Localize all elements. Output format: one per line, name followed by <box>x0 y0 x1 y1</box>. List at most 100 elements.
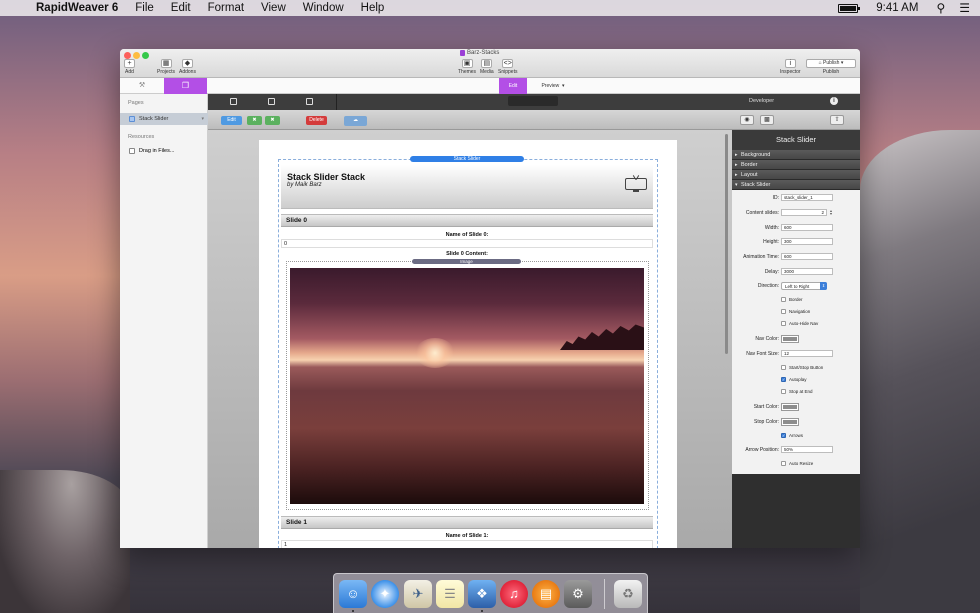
beach-sunset-photo[interactable] <box>290 268 644 504</box>
window-title-text: Barz-Stacks <box>467 50 500 56</box>
auto-resize-checkbox[interactable]: Auto Resize <box>781 461 813 466</box>
itunes-icon[interactable]: ♫ <box>500 580 528 608</box>
direction-label: Direction: <box>757 283 779 289</box>
arrow-position-field[interactable]: 50% <box>781 446 833 453</box>
menu-file[interactable]: File <box>135 2 154 14</box>
height-field[interactable]: 300 <box>781 238 833 245</box>
window-minimize-button[interactable] <box>133 52 140 59</box>
desktop-wallpaper-mountain-right <box>860 130 980 613</box>
ibooks-icon[interactable]: ▤ <box>532 580 560 608</box>
section-stack-slider[interactable]: Stack Slider <box>732 180 860 190</box>
menubar-clock[interactable]: 9:41 AM <box>876 2 918 14</box>
running-indicator <box>481 610 483 612</box>
layout-toggle[interactable] <box>508 96 558 106</box>
finder-icon[interactable]: ☺ <box>339 580 367 608</box>
nav-font-size-field[interactable]: 12 <box>781 350 833 357</box>
project-sidebar: Pages Stack Slider ▾ Resources Drag in F… <box>120 94 208 548</box>
app-window: Barz-Stacks + Add ▦ Projects ◆ Addons ▣ … <box>120 49 860 548</box>
content-slides-stepper[interactable]: ▴ ▾ <box>829 209 833 216</box>
nav-color-well[interactable] <box>781 335 799 343</box>
info-icon[interactable]: i <box>830 97 838 105</box>
addons-button[interactable]: ◆ Addons <box>179 59 196 75</box>
running-indicator <box>352 610 354 612</box>
window-close-button[interactable] <box>124 52 131 59</box>
battery-icon[interactable] <box>838 3 861 13</box>
animation-time-field[interactable]: 600 <box>781 253 833 260</box>
direction-select[interactable]: Left to Right ⇕ <box>781 282 827 290</box>
content-slides-field[interactable]: 2 <box>781 209 827 216</box>
section-layout[interactable]: Layout <box>732 170 860 180</box>
move-up-icon[interactable]: ✖ <box>247 116 262 125</box>
notification-center-icon[interactable]: ☰ <box>959 1 970 15</box>
templates-icon[interactable] <box>268 98 275 105</box>
image-icon[interactable] <box>306 98 313 105</box>
preview-mode-tab[interactable]: Preview ▾ <box>533 78 573 94</box>
projects-button[interactable]: ▦ Projects <box>157 59 175 75</box>
canvas-scrollbar[interactable] <box>725 134 728 354</box>
notes-icon[interactable]: ☰ <box>436 580 464 608</box>
photo-treeline <box>560 324 644 350</box>
publish-button[interactable]: ⌂ Publish ▾ Publish <box>806 59 856 75</box>
tools-tab[interactable]: ⚒ <box>120 78 164 94</box>
menu-edit[interactable]: Edit <box>171 2 191 14</box>
stop-at-end-checkbox[interactable]: Stop at End <box>781 389 813 394</box>
app-menu[interactable]: RapidWeaver 6 <box>36 2 118 14</box>
image-stack-tag[interactable]: Image <box>412 259 521 264</box>
projects-icon: ▦ <box>160 59 172 68</box>
navigation-checkbox[interactable]: Navigation <box>781 309 810 314</box>
start-stop-button-checkbox[interactable]: Start/Stop Button <box>781 365 823 370</box>
edit-stack-button[interactable]: Edit <box>221 116 242 125</box>
menu-view[interactable]: View <box>261 2 286 14</box>
chevron-down-icon[interactable]: ▾ <box>201 116 204 122</box>
trash-icon[interactable]: ♻ <box>614 580 642 608</box>
spotlight-search-icon[interactable]: ⚲ <box>936 1 945 15</box>
safari-icon[interactable]: ✦ <box>371 580 399 608</box>
stack-slider-tag[interactable]: Stack Slider <box>410 156 524 162</box>
slide-1-name-field[interactable]: 1 <box>281 540 653 548</box>
add-button[interactable]: + Add <box>124 59 135 75</box>
snippets-button[interactable]: <> Snippets <box>498 59 517 75</box>
media-button[interactable]: ▤ Media <box>480 59 494 75</box>
menu-help[interactable]: Help <box>361 2 385 14</box>
slide-0-name-field[interactable]: 0 <box>281 239 653 248</box>
move-down-icon[interactable]: ✖ <box>265 116 280 125</box>
width-field[interactable]: 600 <box>781 224 833 231</box>
auto-hide-nav-checkbox[interactable]: Auto-Hide Nav <box>781 321 818 326</box>
menu-window[interactable]: Window <box>303 2 344 14</box>
page-preview: Stack Slider Stack Slider Stack by Maik … <box>259 140 677 548</box>
section-background[interactable]: Background <box>732 150 860 160</box>
delay-label: Delay: <box>764 269 779 275</box>
publish-dropdown[interactable]: ⌂ Publish ▾ <box>806 59 856 68</box>
library-icon[interactable] <box>230 98 237 105</box>
menu-format[interactable]: Format <box>208 2 244 14</box>
stack-header: Stack Slider Stack by Maik Barz <box>281 165 653 209</box>
inspector-button[interactable]: i Inspector <box>780 59 801 75</box>
section-border[interactable]: Border <box>732 160 860 170</box>
border-checkbox[interactable]: Border <box>781 297 803 302</box>
id-field[interactable]: stack_slider_1 <box>781 194 833 201</box>
stop-color-well[interactable] <box>781 418 799 426</box>
arrows-checkbox[interactable]: ✓ Arrows <box>781 433 803 438</box>
eye-icon[interactable]: ◉ <box>740 115 754 125</box>
themes-button[interactable]: ▣ Themes <box>458 59 476 75</box>
lock-icon[interactable]: ▩ <box>760 115 774 125</box>
system-preferences-icon[interactable]: ⚙ <box>564 580 592 608</box>
edit-mode-tab[interactable]: Edit <box>499 78 527 94</box>
delay-field[interactable]: 3000 <box>781 268 833 275</box>
rapidweaver-icon[interactable]: ❖ <box>468 580 496 608</box>
slide-0-header[interactable]: Slide 0 <box>281 214 653 227</box>
id-label: ID: <box>772 195 779 201</box>
resources-drop-target[interactable]: Drag in Files... <box>120 145 208 157</box>
delete-stack-button[interactable]: Delete <box>306 116 327 125</box>
pages-tab[interactable]: ❐ <box>164 78 207 94</box>
toolbar-divider <box>336 94 337 110</box>
start-color-well[interactable] <box>781 403 799 411</box>
slide-1-header[interactable]: Slide 1 <box>281 516 653 529</box>
cloud-icon[interactable]: ☁ <box>344 116 367 126</box>
export-icon[interactable]: ⇧ <box>830 115 844 125</box>
sidebar-item-stack-slider[interactable]: Stack Slider ▾ <box>120 113 208 125</box>
autoplay-checkbox[interactable]: ✓ Autoplay <box>781 377 807 382</box>
window-zoom-button[interactable] <box>142 52 149 59</box>
stop-color-label: Stop Color: <box>753 419 779 425</box>
mail-icon[interactable]: ✈ <box>404 580 432 608</box>
